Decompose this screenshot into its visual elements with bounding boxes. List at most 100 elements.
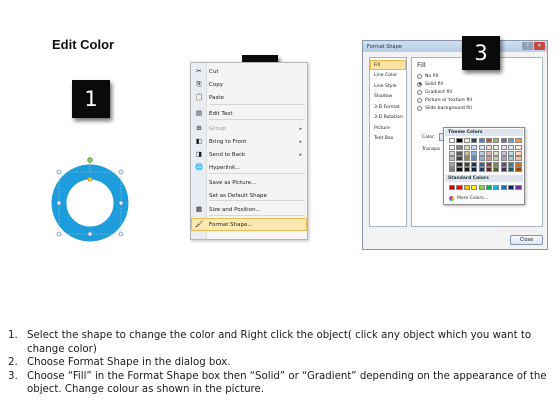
radio-slide-background-fill[interactable]: Slide background fill <box>417 104 472 112</box>
more-colors-item[interactable]: More Colors... <box>449 196 488 201</box>
theme-shade-swatch[interactable] <box>500 156 507 161</box>
theme-shade-swatch[interactable] <box>463 145 470 150</box>
nav-item-picture[interactable]: Picture <box>370 123 406 133</box>
theme-color-swatch[interactable] <box>500 138 507 143</box>
standard-color-swatch[interactable] <box>515 185 522 190</box>
theme-shade-swatch[interactable] <box>456 156 463 161</box>
theme-shade-swatch[interactable] <box>515 145 522 150</box>
theme-shade-swatch[interactable] <box>449 150 456 156</box>
theme-shade-swatch[interactable] <box>485 145 493 150</box>
theme-shade-swatch[interactable] <box>515 161 522 167</box>
nav-item-text-box[interactable]: Text Box <box>370 134 406 144</box>
theme-shade-swatch[interactable] <box>485 161 493 167</box>
theme-shade-swatch[interactable] <box>478 145 485 150</box>
theme-shade-swatch[interactable] <box>449 145 456 150</box>
menu-item-bring-to-front[interactable]: ◧ Bring to Front ▸ <box>191 135 307 148</box>
theme-shade-swatch[interactable] <box>471 156 478 161</box>
standard-color-swatch[interactable] <box>478 185 485 190</box>
menu-item-paste[interactable]: 📋 Paste <box>191 91 307 104</box>
theme-shade-swatch[interactable] <box>478 150 485 156</box>
theme-shade-swatch[interactable] <box>500 150 507 156</box>
theme-shade-swatch[interactable] <box>500 167 507 172</box>
theme-color-swatch[interactable] <box>478 138 485 143</box>
radio-picture-or-texture-fill[interactable]: Picture or texture fill <box>417 96 472 104</box>
theme-color-swatch[interactable] <box>471 138 478 143</box>
theme-shade-swatch[interactable] <box>500 145 507 150</box>
donut-shape[interactable] <box>48 157 132 244</box>
theme-shade-swatch[interactable] <box>471 167 478 172</box>
standard-color-swatch[interactable] <box>456 185 463 190</box>
menu-item-format-shape[interactable]: 🖌 Format Shape... <box>191 218 307 231</box>
theme-shade-swatch[interactable] <box>485 150 493 156</box>
dialog-titlebar[interactable]: Format Shape ? ✕ <box>363 41 547 52</box>
theme-shade-swatch[interactable] <box>456 145 463 150</box>
theme-shade-swatch[interactable] <box>508 167 515 172</box>
help-icon[interactable]: ? <box>522 42 533 50</box>
standard-color-swatch[interactable] <box>493 185 500 190</box>
menu-item-cut[interactable]: ✂ Cut <box>191 65 307 78</box>
theme-shade-swatch[interactable] <box>515 156 522 161</box>
theme-color-swatch[interactable] <box>493 138 500 143</box>
donut-shape-graphic[interactable] <box>48 157 132 244</box>
theme-shade-swatch[interactable] <box>493 150 500 156</box>
theme-shade-swatch[interactable] <box>493 161 500 167</box>
theme-color-swatch[interactable] <box>515 138 522 143</box>
theme-shade-swatch[interactable] <box>493 145 500 150</box>
radio-no-fill[interactable]: No fill <box>417 72 438 80</box>
close-icon[interactable]: ✕ <box>534 42 545 50</box>
nav-item-3-d-rotation[interactable]: 3-D Rotation <box>370 113 406 123</box>
radio-gradient-fill[interactable]: Gradient fill <box>417 88 452 96</box>
theme-shade-swatch[interactable] <box>500 161 507 167</box>
theme-shade-swatch[interactable] <box>485 156 493 161</box>
theme-shade-swatch[interactable] <box>515 150 522 156</box>
standard-color-swatch[interactable] <box>485 185 493 190</box>
standard-color-swatch[interactable] <box>500 185 507 190</box>
theme-shade-swatch[interactable] <box>478 161 485 167</box>
theme-shade-swatch[interactable] <box>471 145 478 150</box>
menu-item-save-as-picture[interactable]: Save as Picture... <box>191 176 307 189</box>
menu-item-copy[interactable]: ⎘ Copy <box>191 78 307 91</box>
radio-button[interactable] <box>417 105 422 111</box>
theme-shade-swatch[interactable] <box>478 156 485 161</box>
nav-item-fill[interactable]: Fill <box>370 60 406 70</box>
theme-shade-swatch[interactable] <box>508 145 515 150</box>
dialog-close-button[interactable]: Close <box>510 235 543 245</box>
theme-shade-swatch[interactable] <box>463 150 470 156</box>
theme-color-swatch[interactable] <box>449 138 456 143</box>
radio-button[interactable] <box>417 97 422 103</box>
standard-color-swatch[interactable] <box>449 185 456 190</box>
theme-shade-swatch[interactable] <box>485 167 493 172</box>
theme-color-swatch[interactable] <box>463 138 470 143</box>
theme-shade-swatch[interactable] <box>478 167 485 172</box>
theme-shade-swatch[interactable] <box>493 156 500 161</box>
theme-shade-swatch[interactable] <box>515 167 522 172</box>
theme-color-swatch[interactable] <box>508 138 515 143</box>
nav-item-3-d-format[interactable]: 3-D Format <box>370 102 406 112</box>
radio-button[interactable] <box>417 81 422 87</box>
standard-color-swatch[interactable] <box>463 185 470 190</box>
radio-button[interactable] <box>417 73 422 79</box>
nav-item-shadow[interactable]: Shadow <box>370 92 406 102</box>
theme-shade-swatch[interactable] <box>471 150 478 156</box>
standard-color-swatch[interactable] <box>471 185 478 190</box>
theme-shade-swatch[interactable] <box>449 161 456 167</box>
menu-item-group[interactable]: ⊞ Group ▸ <box>191 122 307 135</box>
theme-shade-swatch[interactable] <box>456 167 463 172</box>
theme-shade-swatch[interactable] <box>449 167 456 172</box>
theme-shade-swatch[interactable] <box>508 161 515 167</box>
theme-shade-swatch[interactable] <box>449 156 456 161</box>
nav-item-line-color[interactable]: Line Color <box>370 71 406 81</box>
menu-item-hyperlink[interactable]: 🌐 Hyperlink... <box>191 161 307 174</box>
nav-item-line-style[interactable]: Line Style <box>370 81 406 91</box>
menu-item-edit-text[interactable]: ▤ Edit Text <box>191 107 307 120</box>
theme-shade-swatch[interactable] <box>493 167 500 172</box>
theme-shade-swatch[interactable] <box>508 156 515 161</box>
theme-color-swatch[interactable] <box>485 138 493 143</box>
theme-shade-swatch[interactable] <box>471 161 478 167</box>
theme-shade-swatch[interactable] <box>463 156 470 161</box>
menu-item-size-and-position[interactable]: ▦ Size and Position... <box>191 203 307 216</box>
menu-item-set-as-default-shape[interactable]: Set as Default Shape <box>191 189 307 202</box>
theme-shade-swatch[interactable] <box>463 167 470 172</box>
menu-item-send-to-back[interactable]: ◨ Send to Back ▸ <box>191 148 307 161</box>
theme-shade-swatch[interactable] <box>508 150 515 156</box>
